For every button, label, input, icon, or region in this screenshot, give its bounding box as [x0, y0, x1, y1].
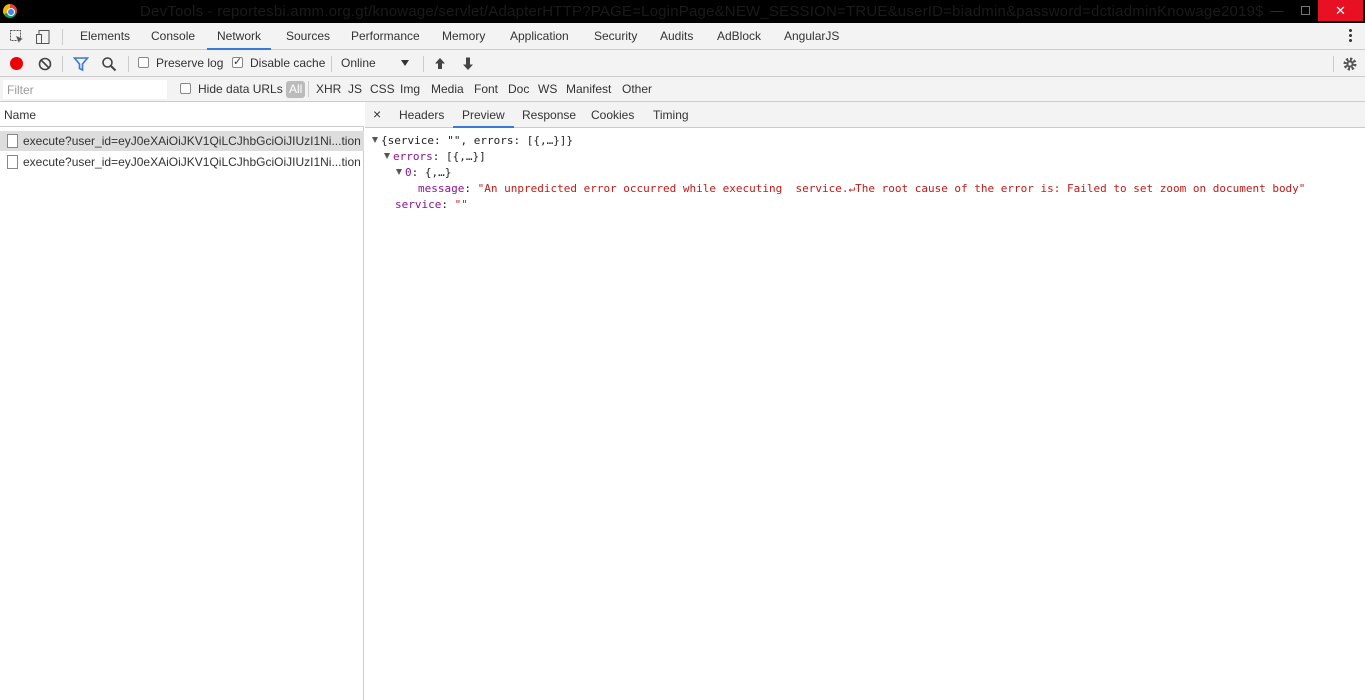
- import-har-icon[interactable]: [432, 56, 448, 72]
- request-row[interactable]: execute?user_id=eyJ0eXAiOiJKV1QiLCJhbGci…: [0, 131, 364, 151]
- tab-adblock[interactable]: AdBlock: [717, 23, 761, 50]
- tab-response[interactable]: Response: [522, 102, 576, 128]
- hide-data-urls-label: Hide data URLs: [198, 82, 283, 96]
- json-item-node[interactable]: 0: {,…}: [396, 165, 451, 181]
- filter-type-xhr[interactable]: XHR: [316, 81, 341, 98]
- throttle-select[interactable]: Online: [336, 53, 414, 73]
- document-icon: [7, 155, 18, 169]
- devtools-tab-bar: Elements Console Network Sources Perform…: [0, 23, 1365, 50]
- close-window-button[interactable]: ✕: [1318, 0, 1363, 21]
- json-message-value: "An unpredicted error occurred while exe…: [477, 182, 1306, 195]
- device-toolbar-icon[interactable]: [35, 29, 51, 45]
- tab-headers[interactable]: Headers: [399, 102, 444, 128]
- document-icon: [7, 134, 18, 148]
- divider: [62, 29, 63, 45]
- filter-type-img[interactable]: Img: [400, 81, 420, 98]
- filter-bar: Hide data URLs All XHR JS CSS Img Media …: [0, 77, 1365, 102]
- window-title-bar: DevTools - reportesbi.amm.org.gt/knowage…: [0, 0, 1365, 23]
- clear-icon[interactable]: [37, 56, 53, 72]
- filter-type-js[interactable]: JS: [348, 81, 362, 98]
- close-icon[interactable]: ×: [373, 106, 381, 122]
- json-errors-summary: [{,…}]: [446, 150, 486, 163]
- search-icon[interactable]: [101, 56, 117, 72]
- preserve-log-checkbox[interactable]: [138, 57, 149, 68]
- divider: [308, 81, 309, 97]
- json-key: service: [395, 198, 442, 211]
- divider: [1333, 56, 1334, 72]
- json-root-node[interactable]: {service: "", errors: [{,…}]}: [372, 133, 573, 149]
- json-errors-node[interactable]: errors: [{,…}]: [384, 149, 486, 165]
- json-key: message: [418, 182, 465, 195]
- filter-type-doc[interactable]: Doc: [508, 81, 529, 98]
- network-toolbar: Preserve log Disable cache Online: [0, 50, 1365, 77]
- tab-timing[interactable]: Timing: [653, 102, 689, 128]
- filter-type-manifest[interactable]: Manifest: [566, 81, 611, 98]
- inspect-element-icon[interactable]: [9, 29, 25, 45]
- filter-icon[interactable]: [73, 56, 89, 72]
- json-service-entry: service: "": [395, 198, 468, 211]
- divider: [423, 56, 424, 72]
- json-key: 0: [405, 166, 412, 179]
- record-icon[interactable]: [9, 56, 25, 72]
- maximize-button[interactable]: [1290, 0, 1320, 21]
- tab-preview[interactable]: Preview: [453, 102, 514, 128]
- tab-performance[interactable]: Performance: [351, 23, 420, 50]
- window-title: DevTools - reportesbi.amm.org.gt/knowage…: [140, 3, 1264, 20]
- tab-network[interactable]: Network: [207, 23, 272, 50]
- name-column-header[interactable]: Name: [0, 102, 364, 127]
- divider: [128, 56, 129, 72]
- chrome-logo-icon: [3, 4, 17, 18]
- tab-angularjs[interactable]: AngularJS: [784, 23, 839, 50]
- gear-icon[interactable]: [1342, 56, 1358, 72]
- filter-type-other[interactable]: Other: [622, 81, 652, 98]
- expand-triangle-icon: [372, 137, 378, 143]
- hide-data-urls-checkbox[interactable]: [180, 83, 191, 94]
- request-name: execute?user_id=eyJ0eXAiOiJKV1QiLCJhbGci…: [23, 134, 361, 148]
- filter-type-font[interactable]: Font: [474, 81, 498, 98]
- export-har-icon[interactable]: [460, 56, 476, 72]
- request-name: execute?user_id=eyJ0eXAiOiJKV1QiLCJhbGci…: [23, 155, 361, 169]
- throttle-value: Online: [341, 56, 376, 70]
- chevron-down-icon: [401, 60, 409, 66]
- request-list: Name execute?user_id=eyJ0eXAiOiJKV1QiLCJ…: [0, 102, 364, 700]
- more-options-icon[interactable]: [1343, 27, 1357, 45]
- tab-console[interactable]: Console: [151, 23, 195, 50]
- preserve-log-label: Preserve log: [156, 56, 224, 70]
- expand-triangle-icon: [396, 169, 402, 175]
- filter-type-media[interactable]: Media: [431, 81, 464, 98]
- request-row[interactable]: execute?user_id=eyJ0eXAiOiJKV1QiLCJhbGci…: [0, 152, 364, 172]
- expand-triangle-icon: [384, 153, 390, 159]
- tab-application[interactable]: Application: [510, 23, 569, 50]
- divider: [331, 56, 332, 72]
- disable-cache-label: Disable cache: [250, 56, 326, 70]
- name-column-label: Name: [4, 108, 37, 122]
- tab-memory[interactable]: Memory: [442, 23, 485, 50]
- tab-cookies[interactable]: Cookies: [591, 102, 634, 128]
- json-item-summary: {,…}: [424, 166, 452, 179]
- maximize-icon: [1300, 6, 1310, 15]
- json-key: errors: [393, 150, 433, 163]
- tab-elements[interactable]: Elements: [80, 23, 130, 50]
- request-details: × Headers Preview Response Cookies Timin…: [365, 102, 1365, 700]
- filter-type-ws[interactable]: WS: [538, 81, 557, 98]
- json-service-value: "": [454, 198, 468, 211]
- filter-type-css[interactable]: CSS: [370, 81, 395, 98]
- detail-tab-bar: × Headers Preview Response Cookies Timin…: [365, 102, 1365, 128]
- json-root-summary: {service: "", errors: [{,…}]}: [381, 134, 574, 147]
- divider: [62, 56, 63, 72]
- tab-security[interactable]: Security: [594, 23, 637, 50]
- tab-sources[interactable]: Sources: [286, 23, 330, 50]
- disable-cache-checkbox[interactable]: [232, 55, 243, 68]
- tab-audits[interactable]: Audits: [660, 23, 693, 50]
- filter-type-all[interactable]: All: [286, 81, 306, 98]
- json-message-entry: message: "An unpredicted error occurred …: [418, 182, 1306, 195]
- minimize-button[interactable]: —: [1262, 0, 1292, 21]
- filter-input[interactable]: [3, 80, 167, 99]
